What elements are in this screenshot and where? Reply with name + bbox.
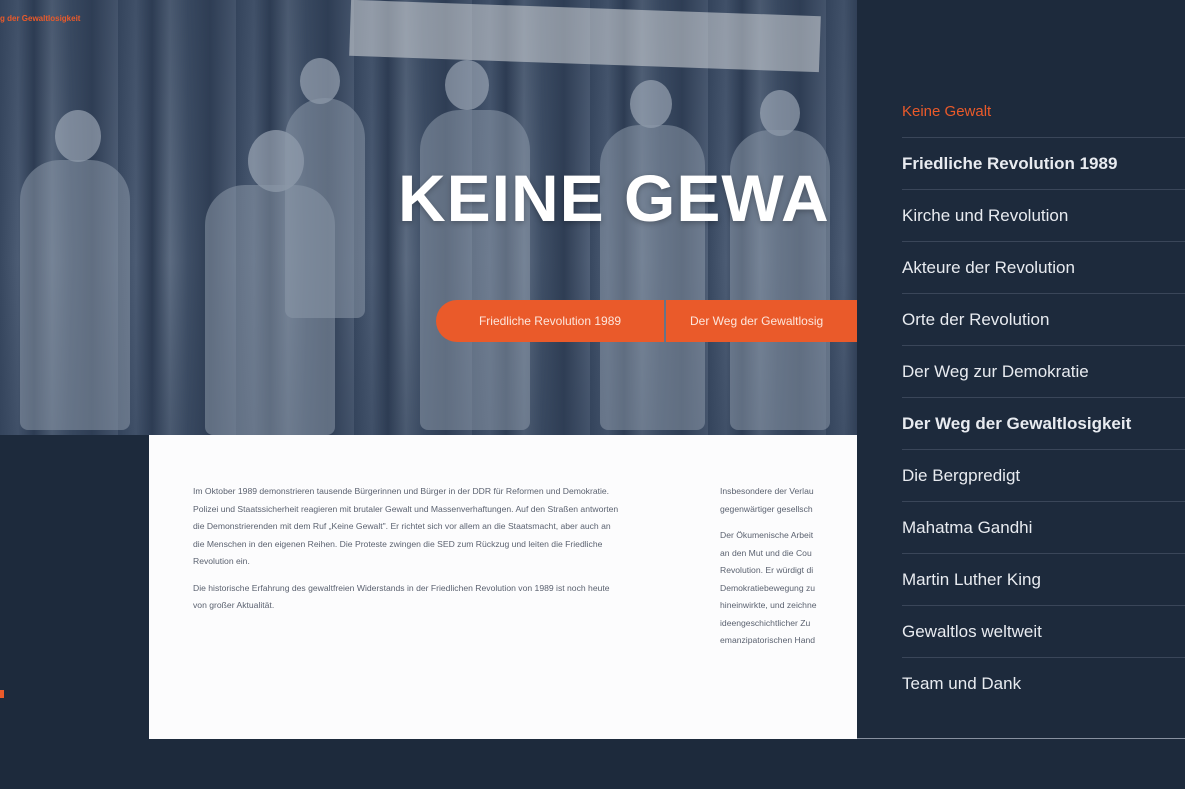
menu-item-orte-der-revolution[interactable]: Orte der Revolution xyxy=(902,294,1185,346)
menu-list: Keine Gewalt Friedliche Revolution 1989 … xyxy=(902,86,1185,709)
text-line: Revolution. Er würdigt di xyxy=(720,565,814,575)
text-line: gegenwärtiger gesellsch xyxy=(720,503,813,514)
text-line: hineinwirkte, und zeichne xyxy=(720,600,817,610)
text-column-left: Im Oktober 1989 demonstrieren tausende B… xyxy=(193,483,623,624)
paragraph: Im Oktober 1989 demonstrieren tausende B… xyxy=(193,486,619,566)
button-friedliche-revolution[interactable]: Friedliche Revolution 1989 xyxy=(436,300,664,342)
text-line: an den Mut und die Cou xyxy=(720,547,812,558)
paragraph: Die historische Erfahrung des gewaltfrei… xyxy=(193,582,610,611)
menu-item-weg-der-gewaltlosigkeit[interactable]: Der Weg der Gewaltlosigkeit xyxy=(902,398,1185,450)
menu-item-friedliche-revolution[interactable]: Friedliche Revolution 1989 xyxy=(902,138,1185,190)
text-line: Der Ökumenische Arbeit xyxy=(720,530,814,540)
menu-item-akteure-der-revolution[interactable]: Akteure der Revolution xyxy=(902,242,1185,294)
breadcrumb[interactable]: g der Gewaltlosigkeit xyxy=(0,14,80,23)
accent-mark xyxy=(0,690,4,698)
left-background xyxy=(0,435,150,789)
menu-item-martin-luther-king[interactable]: Martin Luther King xyxy=(902,554,1185,606)
side-menu: Keine Gewalt Friedliche Revolution 1989 … xyxy=(857,0,1185,739)
menu-item-kirche-und-revolution[interactable]: Kirche und Revolution xyxy=(902,190,1185,242)
text-line: Demokratiebewegung zu xyxy=(720,582,816,593)
text-line: Insbesondere der Verlau xyxy=(720,486,814,496)
menu-item-keine-gewalt[interactable]: Keine Gewalt xyxy=(902,86,1185,138)
menu-item-mahatma-gandhi[interactable]: Mahatma Gandhi xyxy=(902,502,1185,554)
protest-banner xyxy=(349,0,821,73)
text-column-right: Insbesondere der Verlau gegenwärtiger ge… xyxy=(720,483,860,650)
text-line: emanzipatorischen Hand xyxy=(720,635,816,645)
menu-item-team-und-dank[interactable]: Team und Dank xyxy=(902,658,1185,709)
menu-item-bergpredigt[interactable]: Die Bergpredigt xyxy=(902,450,1185,502)
text-line: ideengeschichtlicher Zu xyxy=(720,617,811,628)
button-weg-der-gewaltlosigkeit[interactable]: Der Weg der Gewaltlosig xyxy=(666,300,860,342)
content-card: Im Oktober 1989 demonstrieren tausende B… xyxy=(149,435,860,739)
menu-item-weg-zur-demokratie[interactable]: Der Weg zur Demokratie xyxy=(902,346,1185,398)
menu-item-gewaltlos-weltweit[interactable]: Gewaltlos weltweit xyxy=(902,606,1185,658)
page-title: KEINE GEWA xyxy=(398,161,830,235)
